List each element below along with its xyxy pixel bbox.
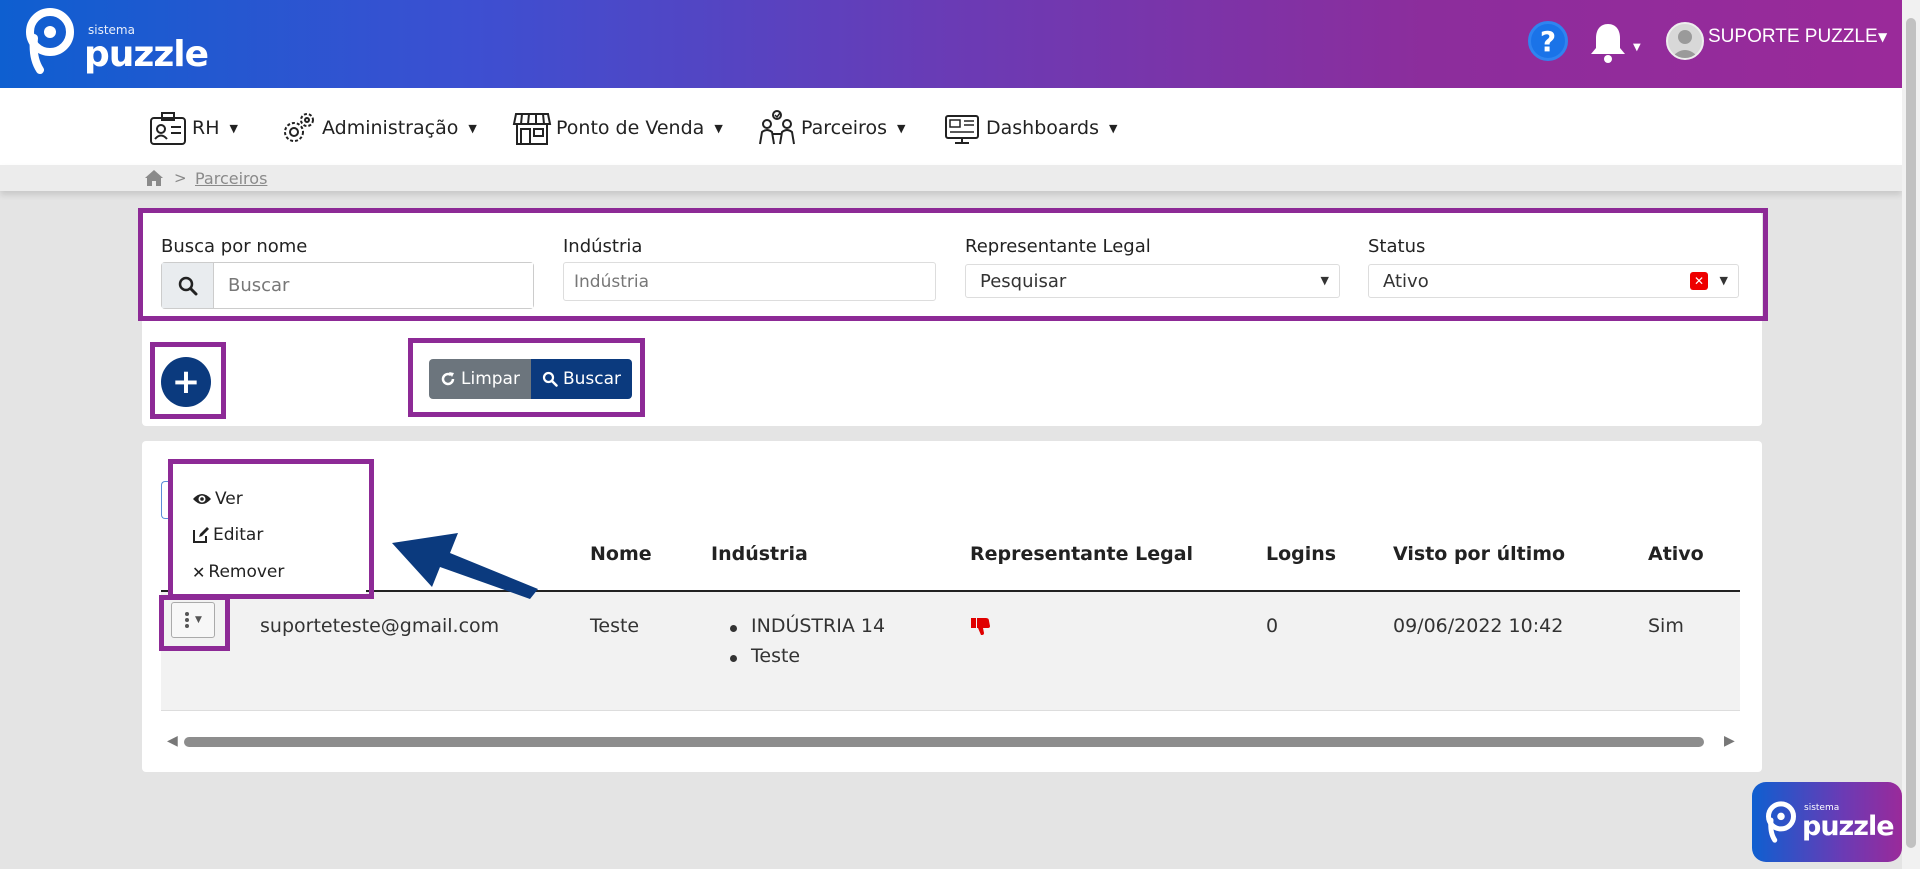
caret-down-icon: ▼ bbox=[1320, 274, 1329, 287]
caret-down-icon: ▼ bbox=[714, 121, 723, 135]
help-icon[interactable]: ? bbox=[1528, 21, 1568, 61]
column-header-nome[interactable]: Nome bbox=[590, 543, 652, 565]
home-icon[interactable] bbox=[144, 169, 164, 187]
industry-input[interactable] bbox=[563, 262, 936, 301]
legal-rep-select[interactable]: Pesquisar ▼ bbox=[965, 264, 1340, 298]
annotation-arrow-icon bbox=[392, 533, 538, 599]
caret-down-icon: ▼ bbox=[229, 121, 238, 135]
nav-item-parceiros[interactable]: Parceiros ▼ bbox=[757, 106, 905, 150]
legal-rep-filter-label: Representante Legal bbox=[965, 236, 1151, 257]
nav-label-dashboards: Dashboards bbox=[986, 117, 1099, 139]
add-button-highlight-box bbox=[150, 342, 226, 419]
search-icon[interactable] bbox=[162, 263, 214, 308]
column-header-visto-por-ultimo[interactable]: Visto por último bbox=[1393, 543, 1565, 565]
logo-small-text: sistema bbox=[88, 23, 135, 37]
name-search-group bbox=[161, 262, 534, 309]
row-actions-highlight-box bbox=[159, 595, 230, 651]
row-logins: 0 bbox=[1266, 615, 1279, 637]
caret-down-icon: ▼ bbox=[468, 121, 477, 135]
partners-icon bbox=[759, 110, 795, 145]
store-icon bbox=[512, 113, 552, 145]
nav-item-ponto-de-venda[interactable]: Ponto de Venda ▼ bbox=[512, 106, 723, 150]
page-vertical-scrollbar[interactable] bbox=[1902, 0, 1920, 869]
scrollbar-thumb[interactable] bbox=[184, 737, 1704, 747]
status-select[interactable]: Ativo ✕ ▼ bbox=[1368, 264, 1739, 298]
top-header: sistema puzzle ? ▼ SUPORTE PUZZLE ▼ bbox=[0, 0, 1902, 88]
column-header-ativo[interactable]: Ativo bbox=[1648, 543, 1704, 565]
main-nav: RH ▼ Administração ▼ Ponto de Venda ▼ Pa… bbox=[0, 88, 1902, 165]
row-active: Sim bbox=[1648, 615, 1684, 637]
notification-caret-icon[interactable]: ▼ bbox=[1633, 42, 1641, 53]
scroll-left-icon[interactable]: ◀ bbox=[167, 733, 178, 749]
actions-highlight-box bbox=[408, 338, 645, 417]
legal-rep-select-value: Pesquisar bbox=[980, 270, 1067, 292]
logo-name-text: puzzle bbox=[84, 34, 209, 75]
notification-bell-icon[interactable] bbox=[1586, 20, 1630, 64]
corner-puzzle-logo[interactable]: sistema puzzle bbox=[1752, 782, 1902, 862]
nav-label-administracao: Administração bbox=[322, 117, 459, 139]
puzzle-logo-mark bbox=[26, 8, 74, 74]
row-industries: INDÚSTRIA 14 Teste bbox=[730, 615, 885, 675]
corner-logo-name-text: puzzle bbox=[1802, 811, 1895, 842]
vertical-scrollbar-thumb[interactable] bbox=[1906, 18, 1916, 848]
column-header-industria[interactable]: Indústria bbox=[711, 543, 808, 565]
name-filter-label: Busca por nome bbox=[161, 236, 308, 257]
row-last-seen: 09/06/2022 10:42 bbox=[1393, 615, 1564, 637]
name-search-input[interactable] bbox=[214, 263, 533, 308]
user-avatar[interactable] bbox=[1666, 22, 1704, 60]
nav-item-dashboards[interactable]: Dashboards ▼ bbox=[942, 106, 1117, 150]
breadcrumb-separator: > bbox=[174, 169, 187, 187]
table-horizontal-scrollbar[interactable]: ◀ ▶ bbox=[164, 733, 1737, 751]
nav-label-rh: RH bbox=[192, 117, 220, 139]
puzzle-logo[interactable]: sistema puzzle bbox=[26, 8, 209, 75]
row-email: suporteteste@gmail.com bbox=[260, 615, 500, 637]
puzzle-logo-mark bbox=[1766, 801, 1796, 843]
column-header-representante-legal[interactable]: Representante Legal bbox=[970, 543, 1193, 565]
status-select-value: Ativo bbox=[1383, 270, 1429, 292]
thumbs-down-icon bbox=[971, 618, 990, 635]
user-name[interactable]: SUPORTE PUZZLE bbox=[1708, 26, 1878, 48]
clear-selection-icon[interactable]: ✕ bbox=[1690, 272, 1708, 290]
caret-down-icon: ▼ bbox=[1719, 274, 1728, 287]
nav-label-parceiros: Parceiros bbox=[801, 117, 887, 139]
industry-filter-label: Indústria bbox=[563, 236, 643, 257]
dashboard-monitor-icon bbox=[945, 115, 979, 144]
caret-down-icon: ▼ bbox=[896, 121, 906, 135]
id-card-icon bbox=[150, 112, 186, 145]
column-header-logins[interactable]: Logins bbox=[1266, 543, 1336, 565]
scroll-right-icon[interactable]: ▶ bbox=[1724, 733, 1735, 749]
menu-highlight-box bbox=[168, 459, 374, 599]
breadcrumb: > Parceiros bbox=[0, 165, 1902, 191]
list-item: INDÚSTRIA 14 bbox=[730, 615, 885, 645]
nav-item-rh[interactable]: RH ▼ bbox=[148, 106, 238, 150]
nav-item-administracao[interactable]: Administração ▼ bbox=[278, 106, 477, 150]
user-menu-caret-icon[interactable]: ▼ bbox=[1878, 30, 1887, 44]
row-name: Teste bbox=[590, 615, 640, 637]
gears-icon bbox=[284, 113, 314, 142]
caret-down-icon: ▼ bbox=[1108, 121, 1118, 135]
nav-label-ponto-de-venda: Ponto de Venda bbox=[556, 117, 705, 139]
breadcrumb-parceiros-link[interactable]: Parceiros bbox=[195, 169, 267, 188]
table-row bbox=[161, 592, 1740, 711]
status-filter-label: Status bbox=[1368, 236, 1426, 257]
list-item: Teste bbox=[730, 645, 885, 675]
